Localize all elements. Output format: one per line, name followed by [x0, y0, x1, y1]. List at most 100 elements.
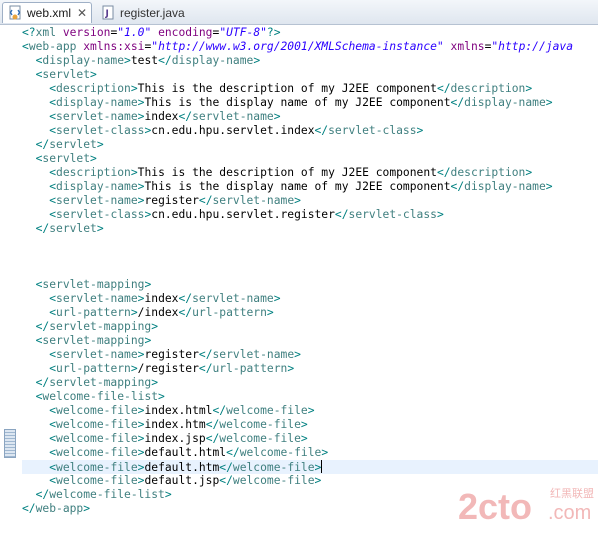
code-token: <	[49, 180, 57, 193]
code-token: servlet-name	[56, 194, 138, 207]
code-token: >	[90, 68, 97, 81]
code-line[interactable]: <?xml version="1.0" encoding="UTF-8"?>	[22, 26, 598, 40]
code-line[interactable]: <display-name>This is the display name o…	[22, 180, 598, 194]
code-token: </	[205, 418, 220, 431]
code-line[interactable]: <servlet-name>register</servlet-name>	[22, 194, 598, 208]
xml-editor[interactable]: <?xml version="1.0" encoding="UTF-8"?> <w…	[0, 25, 598, 527]
code-line[interactable]: <description>This is the description of …	[22, 82, 598, 96]
code-token: >	[287, 362, 295, 375]
code-line[interactable]: <welcome-file>default.html</welcome-file…	[22, 446, 598, 460]
code-token: servlet-class	[56, 208, 145, 221]
code-token: >	[253, 54, 261, 67]
code-token: </	[219, 461, 233, 474]
code-token: >	[96, 138, 104, 151]
code-token: servlet-mapping	[49, 320, 152, 333]
code-token: url-pattern	[56, 362, 131, 375]
close-icon[interactable]: ✕	[77, 6, 87, 20]
code-token: <	[49, 82, 57, 95]
code-token: welcome-file	[56, 474, 138, 487]
code-line[interactable]: <servlet-mapping>	[22, 334, 598, 348]
code-line[interactable]: <welcome-file>index.jsp</welcome-file>	[22, 432, 598, 446]
code-token: servlet-name	[192, 292, 274, 305]
code-token: </	[35, 222, 50, 235]
tab-register-java[interactable]: J register.java	[96, 2, 185, 23]
code-token: </	[35, 320, 50, 333]
code-token: xmlns	[450, 40, 485, 53]
code-token: welcome-file	[56, 446, 138, 459]
code-token: description	[56, 166, 131, 179]
code-token: </	[35, 138, 50, 151]
code-token: >	[300, 432, 308, 445]
code-token: "1.0"	[117, 26, 152, 39]
code-token: <	[49, 194, 57, 207]
code-token: display-name	[56, 96, 138, 109]
code-line[interactable]: <servlet-class>cn.edu.hpu.servlet.index<…	[22, 124, 598, 138]
code-token: </	[212, 404, 227, 417]
code-token: >	[300, 418, 308, 431]
code-line[interactable]: <web-app xmlns:xsi="http://www.w3.org/20…	[22, 40, 598, 54]
code-line[interactable]: <servlet-mapping>	[22, 278, 598, 292]
code-line[interactable]: </servlet>	[22, 138, 598, 152]
code-token: <	[49, 461, 57, 474]
code-token: description	[56, 82, 131, 95]
code-token: <?	[22, 26, 36, 39]
code-line[interactable]: <servlet>	[22, 152, 598, 166]
code-line[interactable]: <servlet-class>cn.edu.hpu.servlet.regist…	[22, 208, 598, 222]
code-line[interactable]: <servlet>	[22, 68, 598, 82]
code-token: welcome-file-list	[42, 390, 159, 403]
code-line[interactable]: <url-pattern>/index</url-pattern>	[22, 306, 598, 320]
code-line[interactable]: <servlet-name>register</servlet-name>	[22, 348, 598, 362]
xml-file-icon	[7, 5, 23, 21]
code-line[interactable]: </servlet-mapping>	[22, 320, 598, 334]
code-line[interactable]: <url-pattern>/register</url-pattern>	[22, 362, 598, 376]
code-token: welcome-file	[56, 461, 138, 474]
code-token: welcome-file-list	[49, 488, 165, 501]
code-token: >	[273, 110, 281, 123]
code-token: /index	[137, 306, 179, 319]
code-line[interactable]: </servlet>	[22, 222, 598, 236]
code-token: >	[416, 124, 424, 137]
code-line[interactable]: <servlet-name>index</servlet-name>	[22, 110, 598, 124]
code-token: <	[49, 348, 57, 361]
code-line[interactable]: <welcome-file-list>	[22, 390, 598, 404]
code-token: This is the display name of my J2EE comp…	[144, 96, 451, 109]
code-line[interactable]: <welcome-file>index.htm</welcome-file>	[22, 418, 598, 432]
code-token: >	[314, 461, 322, 474]
code-line[interactable]: <welcome-file>default.htm</welcome-file>	[22, 460, 598, 474]
code-line[interactable]	[22, 236, 598, 250]
code-token: display-name	[171, 54, 254, 67]
code-line[interactable]: <description>This is the description of …	[22, 166, 598, 180]
tab-label: web.xml	[27, 6, 72, 20]
code-line[interactable]: </servlet-mapping>	[22, 376, 598, 390]
code-token: default.html	[144, 446, 227, 459]
watermark-main: 2cto	[458, 486, 532, 527]
code-token: >	[525, 82, 533, 95]
code-token: </	[436, 166, 451, 179]
code-token: index.html	[144, 404, 213, 417]
code-line[interactable]: <display-name>test</display-name>	[22, 54, 598, 68]
code-token: >	[144, 278, 152, 291]
code-token: servlet-class	[56, 124, 145, 137]
code-line[interactable]: <display-name>This is the display name o…	[22, 96, 598, 110]
editor-gutter	[0, 25, 18, 514]
tab-web-xml[interactable]: web.xml ✕	[2, 2, 92, 23]
code-line[interactable]: <servlet-name>index</servlet-name>	[22, 292, 598, 306]
code-line[interactable]: <welcome-file>index.html</welcome-file>	[22, 404, 598, 418]
code-token: ?>	[266, 26, 281, 39]
code-token: servlet-name	[192, 110, 274, 123]
code-line[interactable]	[22, 264, 598, 278]
code-line[interactable]	[22, 250, 598, 264]
code-token: </	[198, 348, 213, 361]
